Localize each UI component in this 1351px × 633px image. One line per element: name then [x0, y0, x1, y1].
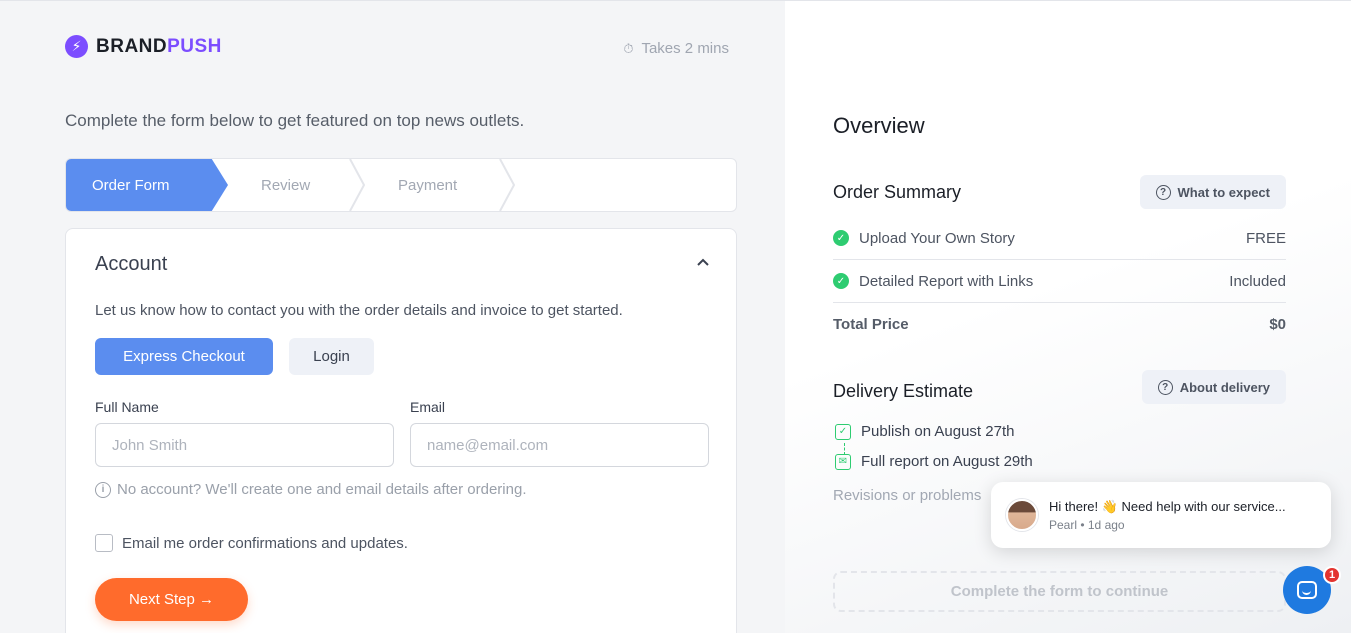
question-icon: ?	[1157, 379, 1173, 395]
report-date-text: Full report on August 29th	[861, 453, 1033, 470]
next-step-button[interactable]: Next Step →	[95, 578, 248, 621]
total-price-label: Total Price	[833, 316, 909, 333]
order-panel: ⚡ BRANDPUSH ⏱ Takes 2 mins Complete the …	[0, 0, 785, 633]
account-hint-text: No account? We'll create one and email d…	[117, 481, 527, 498]
check-circle-icon: ✓	[833, 230, 849, 246]
revisions-link[interactable]: Revisions or problems	[833, 487, 981, 504]
stopwatch-icon: ⏱	[623, 40, 634, 56]
updates-checkbox-row[interactable]: Email me order confirmations and updates…	[95, 534, 408, 552]
account-hint: i No account? We'll create one and email…	[95, 481, 526, 498]
updates-checkbox[interactable]	[95, 534, 113, 552]
brand-name-accent: PUSH	[167, 35, 222, 57]
step-order-form[interactable]: Order Form	[66, 159, 228, 211]
account-description: Let us know how to contact you with the …	[95, 302, 623, 319]
account-card: Account Let us know how to contact you w…	[65, 228, 737, 633]
about-delivery-label: About delivery	[1179, 379, 1270, 395]
summary-item: ✓ Upload Your Own Story FREE	[833, 217, 1286, 260]
summary-item-name: Detailed Report with Links	[859, 272, 1034, 290]
chevron-right-icon	[348, 159, 368, 211]
what-to-expect-label: What to expect	[1177, 184, 1270, 200]
intro-text: Complete the form below to get featured …	[65, 111, 525, 130]
step-review[interactable]: Review	[261, 159, 310, 211]
brand-name-primary: BRAND	[96, 35, 168, 57]
check-circle-icon: ✓	[833, 273, 849, 289]
lightning-icon: ⚡	[65, 35, 88, 58]
chat-meta: Pearl • 1d ago	[1049, 517, 1125, 532]
delivery-estimate-title: Delivery Estimate	[833, 381, 974, 401]
full-name-label: Full Name	[95, 399, 159, 415]
summary-item-name: Upload Your Own Story	[859, 229, 1015, 247]
question-icon: ?	[1155, 184, 1171, 200]
chat-message: Hi there! 👋 Need help with our service..…	[1049, 498, 1286, 514]
summary-item-value: FREE	[1245, 229, 1286, 247]
report-date: ✉ Full report on August 29th	[835, 453, 1033, 470]
step-label: Payment	[398, 176, 458, 194]
login-button[interactable]: Login	[289, 338, 374, 375]
avatar	[1006, 499, 1038, 531]
total-price-row: Total Price $0	[833, 303, 1286, 346]
publish-date-text: Publish on August 27th	[861, 423, 1015, 440]
summary-item: ✓ Detailed Report with Links Included	[833, 260, 1286, 303]
summary-item-value: Included	[1229, 272, 1286, 290]
overview-title: Overview	[833, 113, 925, 138]
mail-icon: ✉	[835, 453, 851, 470]
chat-preview[interactable]: Hi there! 👋 Need help with our service..…	[991, 482, 1331, 548]
calendar-check-icon: ✓	[835, 423, 851, 440]
time-estimate: ⏱ Takes 2 mins	[623, 40, 729, 57]
progress-steps: Order Form Review Payment	[65, 158, 737, 212]
email-field[interactable]	[410, 423, 709, 467]
updates-checkbox-label: Email me order confirmations and updates…	[122, 534, 408, 552]
info-icon: i	[95, 481, 111, 498]
email-label: Email	[410, 399, 446, 415]
step-label: Order Form	[92, 176, 170, 194]
chat-icon	[1297, 581, 1317, 599]
account-title: Account	[95, 253, 168, 275]
publish-date: ✓ Publish on August 27th	[835, 423, 1014, 440]
what-to-expect-button[interactable]: ? What to expect	[1139, 175, 1286, 209]
about-delivery-button[interactable]: ? About delivery	[1141, 370, 1286, 404]
time-estimate-label: Takes 2 mins	[641, 40, 729, 57]
chevron-right-icon	[498, 159, 518, 211]
step-label: Review	[261, 176, 311, 194]
total-price-value: $0	[1269, 316, 1286, 333]
full-name-field[interactable]	[95, 423, 394, 467]
complete-form-button[interactable]: Complete the form to continue	[833, 571, 1286, 612]
order-summary-title: Order Summary	[833, 182, 962, 202]
unread-badge: 1	[1323, 566, 1341, 584]
express-checkout-button[interactable]: Express Checkout	[95, 338, 273, 375]
step-payment[interactable]: Payment	[398, 159, 457, 211]
chevron-up-icon[interactable]	[696, 255, 710, 269]
brand-logo[interactable]: ⚡ BRANDPUSH	[65, 35, 222, 58]
